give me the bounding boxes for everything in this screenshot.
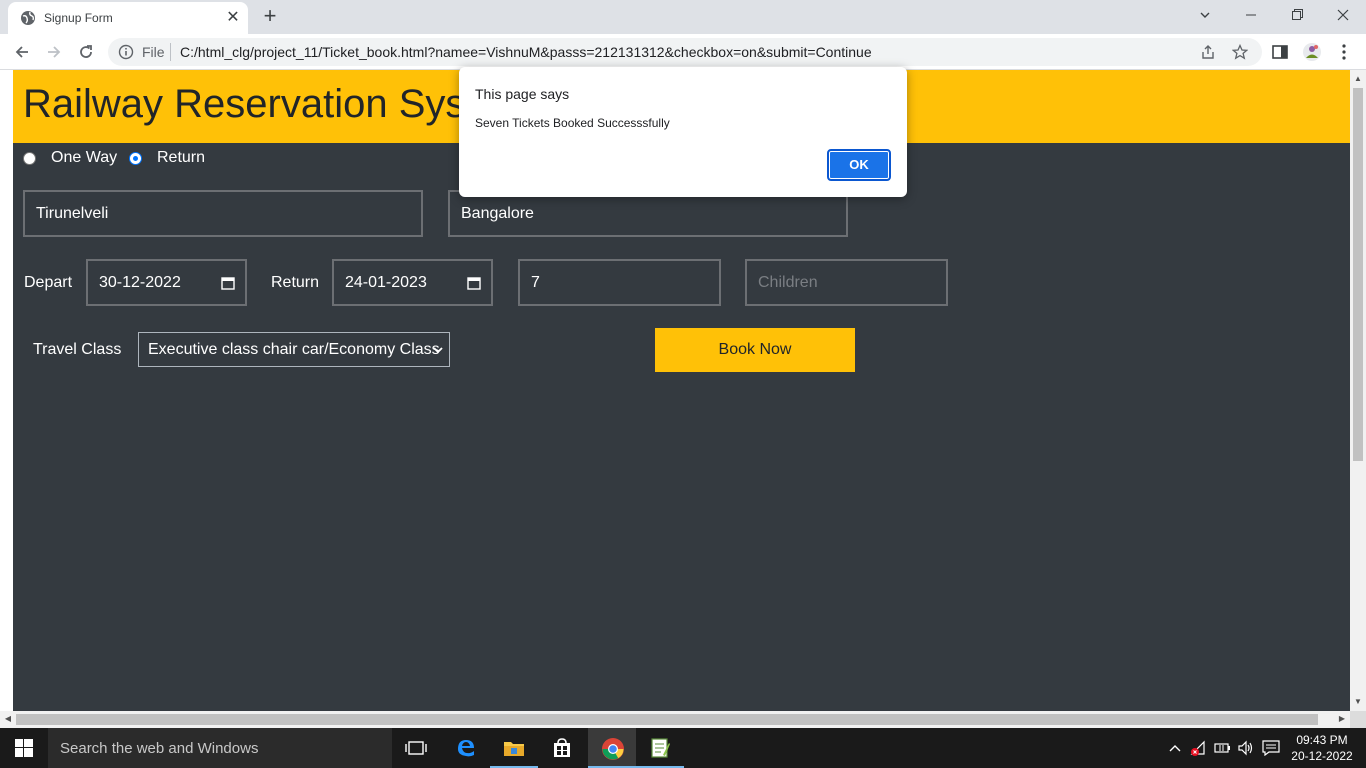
- minimize-button[interactable]: [1228, 0, 1274, 30]
- clock-date: 20-12-2022: [1291, 749, 1353, 763]
- forward-button[interactable]: [42, 40, 66, 64]
- url-text[interactable]: C:/html_clg/project_11/Ticket_book.html?…: [180, 44, 872, 60]
- taskbar-search-placeholder: Search the web and Windows: [60, 740, 259, 757]
- depart-date-input[interactable]: 30-12-2022: [86, 259, 247, 306]
- reload-button[interactable]: [74, 40, 98, 64]
- new-tab-button[interactable]: +: [258, 5, 282, 29]
- one-way-radio[interactable]: [23, 152, 36, 165]
- return-date-label: Return: [271, 274, 320, 291]
- windows-taskbar: Search the web and Windows 09:43 PM 20-1…: [0, 728, 1366, 768]
- one-way-label[interactable]: One Way: [51, 149, 117, 167]
- scroll-right-arrow-icon[interactable]: ▶: [1334, 714, 1350, 723]
- scroll-up-arrow-icon[interactable]: ▲: [1350, 74, 1366, 83]
- system-clock[interactable]: 09:43 PM 20-12-2022: [1288, 732, 1356, 764]
- tab-close-icon[interactable]: ✕: [224, 9, 242, 27]
- taskbar-search-box[interactable]: Search the web and Windows: [48, 728, 392, 768]
- vertical-scroll-thumb[interactable]: [1353, 88, 1363, 461]
- windows-logo-icon: [15, 739, 33, 757]
- task-view-icon: [405, 741, 427, 755]
- scrollbar-corner: [1350, 711, 1366, 728]
- calendar-icon[interactable]: [467, 276, 481, 290]
- globe-icon: [21, 11, 35, 25]
- folder-icon: [504, 742, 524, 756]
- back-button[interactable]: [10, 40, 34, 64]
- vertical-scrollbar[interactable]: ▲ ▼: [1350, 70, 1366, 711]
- store-taskbar-button[interactable]: [538, 728, 586, 768]
- adults-input[interactable]: 7: [518, 259, 721, 306]
- action-center-icon[interactable]: [1262, 740, 1280, 756]
- info-icon[interactable]: [118, 44, 134, 60]
- more-menu-icon[interactable]: [1334, 42, 1354, 62]
- start-button[interactable]: [0, 728, 48, 768]
- clock-time: 09:43 PM: [1296, 733, 1348, 747]
- show-hidden-icons-chevron-icon[interactable]: [1166, 740, 1184, 756]
- return-date-input[interactable]: 24-01-2023: [332, 259, 493, 306]
- store-bag-icon: [554, 738, 570, 757]
- browser-tab-strip: Signup Form ✕ +: [0, 0, 1366, 34]
- chevron-down-icon: [433, 333, 443, 369]
- scroll-left-arrow-icon[interactable]: ◀: [0, 714, 16, 723]
- volume-icon[interactable]: [1237, 740, 1255, 756]
- close-window-button[interactable]: [1320, 0, 1366, 30]
- file-explorer-button[interactable]: [490, 728, 538, 768]
- tab-title: Signup Form: [44, 11, 113, 25]
- tab-search-chevron-icon[interactable]: [1182, 0, 1228, 30]
- horizontal-scroll-thumb[interactable]: [16, 714, 1318, 725]
- url-scheme-label: File: [142, 44, 165, 60]
- horizontal-scrollbar[interactable]: ◀ ▶: [0, 711, 1350, 728]
- book-now-button[interactable]: Book Now: [655, 328, 855, 372]
- notepad-taskbar-button[interactable]: [636, 728, 684, 768]
- profile-avatar-icon[interactable]: [1302, 42, 1322, 62]
- return-date-value: 24-01-2023: [345, 274, 427, 291]
- scroll-down-arrow-icon[interactable]: ▼: [1350, 697, 1366, 706]
- chrome-taskbar-button[interactable]: [588, 728, 636, 768]
- to-city-input[interactable]: Bangalore: [448, 190, 848, 237]
- return-label[interactable]: Return: [157, 149, 205, 167]
- edge-taskbar-button[interactable]: [442, 728, 490, 768]
- chrome-icon: [602, 738, 624, 760]
- battery-plug-icon[interactable]: [1214, 740, 1232, 756]
- dialog-ok-button[interactable]: OK: [827, 149, 891, 181]
- page-title: Railway Reservation System: [23, 82, 533, 126]
- depart-date-value: 30-12-2022: [99, 274, 181, 291]
- dialog-message: Seven Tickets Booked Successsfully: [475, 116, 670, 130]
- travel-class-selected: Executive class chair car/Economy Class: [148, 341, 440, 358]
- calendar-icon[interactable]: [221, 276, 235, 290]
- children-input[interactable]: Children: [745, 259, 948, 306]
- task-view-button[interactable]: [392, 728, 440, 768]
- address-bar[interactable]: File C:/html_clg/project_11/Ticket_book.…: [108, 38, 1262, 66]
- network-disconnected-icon[interactable]: [1190, 740, 1208, 756]
- address-divider: [170, 43, 171, 61]
- edge-browser-icon: [458, 740, 474, 757]
- restore-button[interactable]: [1274, 0, 1320, 30]
- notepad-icon: [651, 738, 670, 758]
- travel-class-label: Travel Class: [33, 341, 122, 358]
- alert-dialog: This page says Seven Tickets Booked Succ…: [459, 67, 907, 197]
- travel-class-select[interactable]: Executive class chair car/Economy Class: [138, 332, 450, 367]
- side-panel-icon[interactable]: [1270, 42, 1290, 62]
- browser-toolbar: File C:/html_clg/project_11/Ticket_book.…: [0, 34, 1366, 70]
- dialog-title: This page says: [475, 86, 570, 102]
- bookmark-star-icon[interactable]: [1232, 44, 1248, 60]
- share-icon[interactable]: [1200, 44, 1216, 60]
- browser-tab[interactable]: Signup Form ✕: [8, 2, 248, 34]
- from-city-input[interactable]: Tirunelveli: [23, 190, 423, 237]
- depart-label: Depart: [24, 274, 73, 291]
- return-radio[interactable]: [129, 152, 142, 165]
